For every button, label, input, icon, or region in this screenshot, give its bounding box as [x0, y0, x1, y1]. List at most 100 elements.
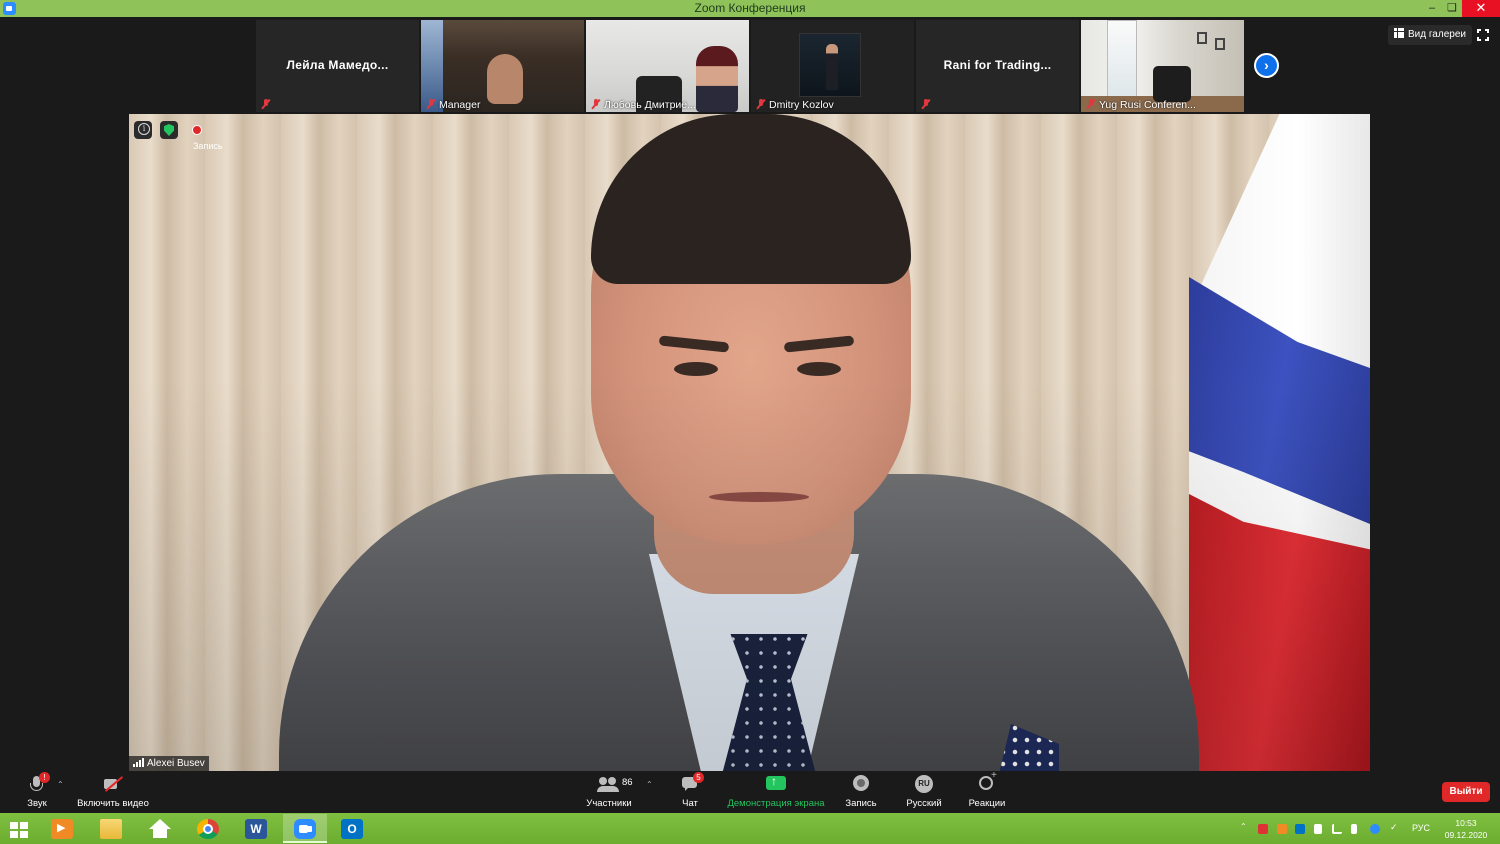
participant-tile[interactable]: Лейла Мамедо...: [256, 20, 419, 112]
participant-name: Manager: [439, 99, 481, 111]
audio-warning-badge: !: [39, 772, 50, 783]
info-icon[interactable]: [134, 121, 152, 139]
reactions-icon: [976, 770, 998, 793]
recording-label: Запись: [193, 141, 223, 151]
speaker-name: Alexei Busev: [147, 758, 205, 769]
participant-caption: Yug Rusi Conferen...: [1087, 99, 1196, 111]
outlook-tray-icon[interactable]: [1295, 824, 1305, 834]
participant-caption: [262, 99, 274, 111]
participant-video: [1153, 66, 1191, 102]
gallery-view-button[interactable]: Вид галереи: [1388, 25, 1472, 45]
participant-caption: Любовь Дмитрие...: [592, 99, 696, 111]
fullscreen-icon[interactable]: [1477, 29, 1489, 41]
taskbar-media-player[interactable]: [40, 814, 84, 843]
share-screen-button[interactable]: Демонстрация экрана: [724, 774, 828, 809]
windows-taskbar: W O ⌃ ✓ РУС 10:53 09.12.2020: [0, 813, 1500, 844]
video-background: [1197, 32, 1207, 44]
leave-meeting-button[interactable]: Выйти: [1442, 782, 1490, 802]
speaker-video[interactable]: Запись Alexei Busev: [129, 114, 1370, 771]
participant-name: Yug Rusi Conferen...: [1099, 99, 1196, 111]
language-label: Русский: [906, 798, 942, 809]
participant-video: [799, 33, 861, 97]
participants-button[interactable]: 86 Участники: [582, 775, 636, 809]
taskbar-chrome[interactable]: [186, 814, 230, 843]
participant-caption: Dmitry Kozlov: [757, 99, 834, 111]
language-icon: RU: [913, 775, 935, 793]
mic-muted-icon: [922, 99, 930, 109]
speaker-name-label: Alexei Busev: [129, 756, 209, 771]
chat-icon: 5: [679, 772, 704, 793]
chat-label: Чат: [682, 798, 698, 809]
audio-button[interactable]: ! Звук: [22, 772, 52, 809]
volume-icon[interactable]: [1351, 824, 1357, 834]
clock-date: 09.12.2020: [1444, 830, 1488, 840]
chat-button[interactable]: 5 Чат: [676, 772, 704, 809]
video-background: [1107, 20, 1137, 98]
taskbar-outlook[interactable]: O: [330, 814, 374, 843]
close-button[interactable]: ✕: [1462, 0, 1500, 17]
taskbar-word[interactable]: W: [234, 814, 278, 843]
antivirus-icon[interactable]: [1258, 824, 1268, 834]
recording-indicator: Запись: [189, 122, 227, 151]
mic-muted-icon: [1087, 99, 1095, 109]
record-icon: [850, 775, 872, 793]
chat-unread-badge: 5: [693, 772, 704, 783]
shield-icon[interactable]: [160, 121, 178, 139]
participant-tile[interactable]: Rani for Trading...: [916, 20, 1079, 112]
share-screen-icon: [765, 774, 787, 793]
tray-app-icon[interactable]: [1277, 824, 1287, 834]
outlook-icon: O: [341, 819, 363, 839]
reactions-label: Реакции: [968, 798, 1006, 809]
participants-icon: [597, 775, 620, 793]
record-dot-icon: [193, 126, 201, 134]
participant-tile[interactable]: Manager: [421, 20, 584, 112]
word-icon: W: [245, 819, 267, 839]
grid-icon: [1394, 28, 1404, 38]
show-hidden-icons[interactable]: ⌃: [1240, 822, 1250, 832]
mic-muted-icon: [592, 99, 600, 109]
mic-muted-icon: [757, 99, 765, 109]
chevron-right-icon: ›: [1264, 57, 1269, 73]
reactions-button[interactable]: Реакции: [964, 770, 1010, 809]
window-title: Zoom Конференция: [694, 1, 806, 15]
taskbar-home[interactable]: [138, 814, 182, 843]
gallery-strip: Лейла Мамедо... Manager Любовь Дмитрие..…: [0, 17, 1500, 114]
participant-tile[interactable]: Любовь Дмитрие...: [586, 20, 749, 112]
start-video-button[interactable]: Включить видео: [72, 775, 154, 809]
share-screen-label: Демонстрация экрана: [727, 798, 825, 809]
taskbar-file-explorer[interactable]: [89, 814, 133, 843]
next-page-button[interactable]: ›: [1254, 53, 1279, 78]
mic-muted-icon: [262, 99, 270, 109]
microphone-icon: !: [26, 772, 50, 793]
mic-muted-icon: [427, 99, 435, 109]
participants-options-caret[interactable]: ⌃: [646, 780, 653, 789]
record-button[interactable]: Запись: [840, 775, 882, 809]
taskbar-zoom[interactable]: [283, 814, 327, 843]
participants-count: 86: [622, 777, 633, 788]
video-background: [1215, 38, 1225, 50]
participant-video: [696, 46, 738, 112]
language-code: RU: [915, 775, 933, 793]
input-language[interactable]: РУС: [1412, 823, 1430, 833]
zoom-tray-icon[interactable]: [1370, 824, 1380, 834]
title-bar: Zoom Конференция – ❏ ✕: [0, 0, 1500, 17]
flag-icon[interactable]: [1314, 824, 1322, 834]
tray-clock[interactable]: 10:53 09.12.2020: [1438, 817, 1494, 841]
gallery-view-label: Вид галереи: [1408, 29, 1466, 40]
language-button[interactable]: RU Русский: [900, 775, 948, 809]
start-button[interactable]: [0, 814, 44, 843]
participant-name: Лейла Мамедо...: [286, 58, 389, 72]
folder-icon: [100, 819, 122, 839]
participant-video: [487, 54, 523, 104]
audio-options-caret[interactable]: ⌃: [57, 780, 64, 789]
chrome-icon: [197, 819, 219, 839]
participants-label: Участники: [586, 798, 632, 809]
record-label: Запись: [845, 798, 877, 809]
participant-tile[interactable]: Yug Rusi Conferen...: [1081, 20, 1244, 112]
home-icon: [149, 819, 171, 839]
network-icon[interactable]: [1332, 824, 1342, 834]
participant-tile[interactable]: Dmitry Kozlov: [751, 20, 914, 112]
zoom-icon: [294, 819, 316, 839]
video-off-icon: [102, 775, 124, 793]
check-icon[interactable]: ✓: [1390, 822, 1400, 832]
